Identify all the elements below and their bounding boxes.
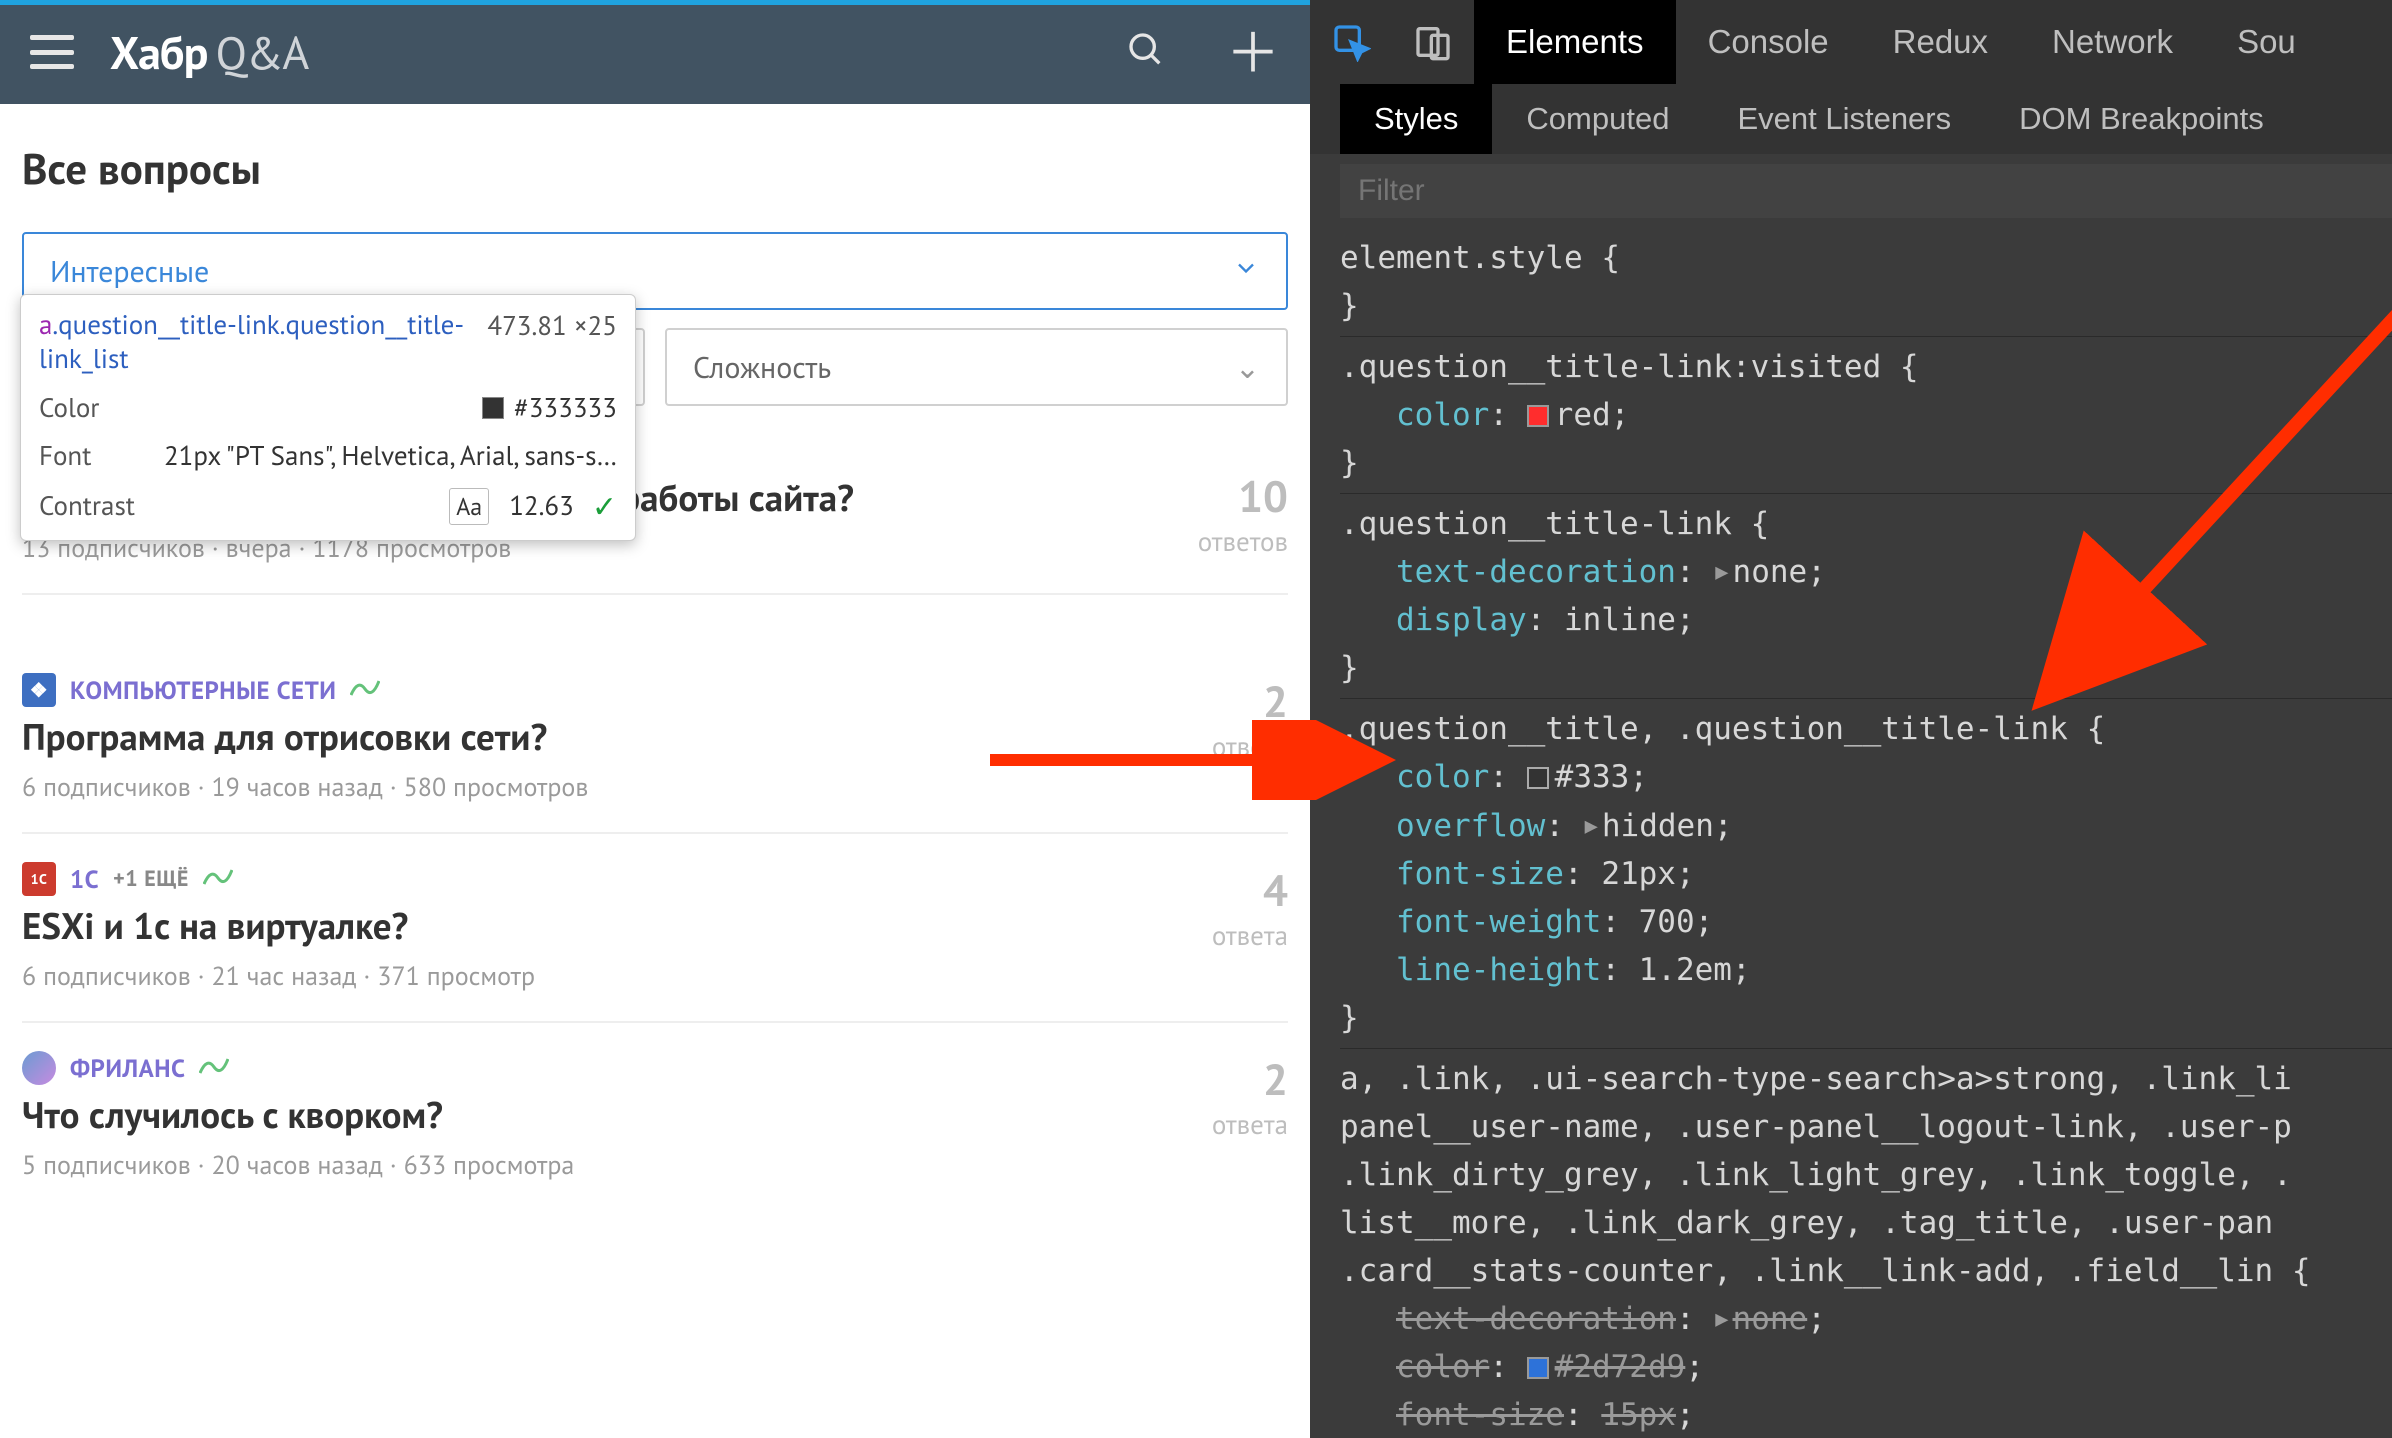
page-title: Все вопросы: [22, 140, 1288, 196]
css-declaration[interactable]: font-size: 21px;: [1340, 850, 2392, 898]
question-item: ФРИЛАНС Что случилось с кворком? 5 подпи…: [22, 1023, 1288, 1210]
devtools-subtabs: Styles Computed Event Listeners DOM Brea…: [1310, 84, 2392, 154]
expand-icon[interactable]: ▶: [1585, 810, 1598, 844]
filter-primary-label: Интересные: [50, 252, 209, 291]
css-declaration[interactable]: font-size: 15px;: [1340, 1391, 2392, 1438]
menu-icon[interactable]: [30, 35, 74, 69]
question-title-link[interactable]: Программа для отрисовки сети?: [22, 713, 1138, 761]
filter-difficulty-label: Сложность: [693, 348, 831, 387]
css-declaration[interactable]: color: #2d72d9;: [1340, 1343, 2392, 1391]
answer-count-label: ответа: [1158, 1108, 1288, 1142]
answer-count: 4: [1158, 862, 1288, 919]
tooltip-contrast-label: Contrast: [39, 489, 135, 523]
css-selector[interactable]: element.style: [1340, 240, 1583, 276]
tab-elements[interactable]: Elements: [1474, 0, 1676, 84]
css-declaration[interactable]: overflow: ▶hidden;: [1340, 802, 2392, 850]
question-meta: 6 подписчиков · 19 часов назад · 580 про…: [22, 771, 1138, 804]
css-selector[interactable]: .question__title-link: [1340, 506, 1732, 542]
tab-console[interactable]: Console: [1676, 0, 1861, 84]
expand-icon[interactable]: ▶: [1715, 556, 1728, 590]
annotation-arrow: [1960, 270, 2392, 750]
color-swatch-icon: [482, 397, 504, 419]
css-selector[interactable]: .question__title, .question__title-link: [1340, 711, 2068, 747]
color-swatch-icon[interactable]: [1527, 1357, 1549, 1379]
tab-network[interactable]: Network: [2020, 0, 2205, 84]
answer-count-label: ответа: [1158, 919, 1288, 953]
inspector-tooltip: a.question__title-link.question__title-l…: [20, 294, 636, 541]
search-icon[interactable]: [1126, 30, 1166, 75]
color-swatch-icon[interactable]: [1527, 405, 1549, 427]
css-selector[interactable]: a, .link, .ui-search-type-search>a>stron…: [1340, 1061, 2292, 1289]
question-item: 1C 1С +1 ЕЩЁ ESXi и 1с на виртуалке? 6 п…: [22, 834, 1288, 1023]
css-declaration[interactable]: font-weight: 700;: [1340, 898, 2392, 946]
question-title-link[interactable]: ESXi и 1с на виртуалке?: [22, 902, 1138, 950]
tooltip-classes: .question__title-link.question__title-li…: [39, 308, 464, 376]
tag-icon: ❖: [22, 673, 56, 707]
device-icon[interactable]: [1392, 0, 1474, 84]
site-logo[interactable]: ХабрQ&A: [110, 22, 308, 82]
subtab-computed[interactable]: Computed: [1492, 84, 1703, 154]
question-meta: 5 подписчиков · 20 часов назад · 633 про…: [22, 1149, 1138, 1182]
tooltip-font-value: 21px "PT Sans", Helvetica, Arial, sans-s…: [164, 439, 617, 473]
question-tag[interactable]: ФРИЛАНС: [70, 1052, 185, 1084]
extra-tags-badge[interactable]: +1 ЕЩЁ: [113, 865, 189, 893]
subtab-dom-breakpoints[interactable]: DOM Breakpoints: [1985, 84, 2298, 154]
activity-icon: [203, 863, 233, 895]
tooltip-contrast-value: 12.63: [509, 489, 574, 523]
contrast-badge: Aa: [449, 488, 489, 525]
inspect-icon[interactable]: [1310, 0, 1392, 84]
check-icon: ✓: [592, 487, 617, 526]
logo-sub: Q&A: [215, 22, 308, 82]
devtools-tabs: Elements Console Redux Network Sou: [1310, 0, 2392, 84]
tooltip-color-label: Color: [39, 391, 99, 425]
answer-count-label: ответов: [1158, 525, 1288, 559]
css-declaration[interactable]: text-decoration: ▶none;: [1340, 1295, 2392, 1343]
tab-sources[interactable]: Sou: [2205, 0, 2328, 84]
css-declaration[interactable]: color: #333;: [1340, 753, 2392, 801]
page-load-bar: [0, 0, 1310, 5]
subtab-styles[interactable]: Styles: [1340, 84, 1492, 154]
question-meta: 6 подписчиков · 21 час назад · 371 просм…: [22, 960, 1138, 993]
filter-difficulty[interactable]: Сложность ⌄: [665, 328, 1288, 406]
expand-icon[interactable]: ▶: [1715, 1303, 1728, 1337]
activity-icon: [350, 674, 380, 706]
tooltip-dimensions: 473.81 ×25: [487, 309, 617, 343]
site-pane: ХабрQ&A ＋ Все вопросы Интересные: [0, 0, 1310, 1438]
devtools-pane: Elements Console Redux Network Sou Style…: [1310, 0, 2392, 1438]
styles-filter-input[interactable]: [1340, 164, 2392, 218]
subtab-event-listeners[interactable]: Event Listeners: [1703, 84, 1985, 154]
activity-icon: [199, 1052, 229, 1084]
site-header: ХабрQ&A ＋: [0, 0, 1310, 104]
annotation-arrow: [980, 720, 1400, 800]
question-list: Как максимально ускорить скорость работы…: [22, 428, 1288, 1210]
css-selector[interactable]: .question__title-link:visited: [1340, 349, 1881, 385]
question-title-link[interactable]: Что случилось с кворком?: [22, 1091, 1138, 1139]
add-icon[interactable]: ＋: [1226, 25, 1280, 79]
question-tag[interactable]: 1С: [70, 863, 99, 895]
chevron-down-icon: [1232, 252, 1260, 291]
answer-count: 2: [1158, 1051, 1288, 1108]
chevron-down-icon: ⌄: [1235, 348, 1260, 387]
question-tag[interactable]: КОМПЬЮТЕРНЫЕ СЕТИ: [70, 674, 336, 706]
tag-icon: [22, 1051, 56, 1085]
logo-main: Хабр: [110, 22, 207, 82]
color-swatch-icon[interactable]: [1527, 767, 1549, 789]
css-declaration[interactable]: line-height: 1.2em;: [1340, 946, 2392, 994]
tag-icon: 1C: [22, 862, 56, 896]
answer-count: 10: [1158, 468, 1288, 525]
tooltip-color-value: #333333: [514, 391, 617, 425]
tab-redux[interactable]: Redux: [1861, 0, 2020, 84]
tooltip-font-label: Font: [39, 439, 91, 473]
tooltip-tag: a: [39, 308, 52, 342]
